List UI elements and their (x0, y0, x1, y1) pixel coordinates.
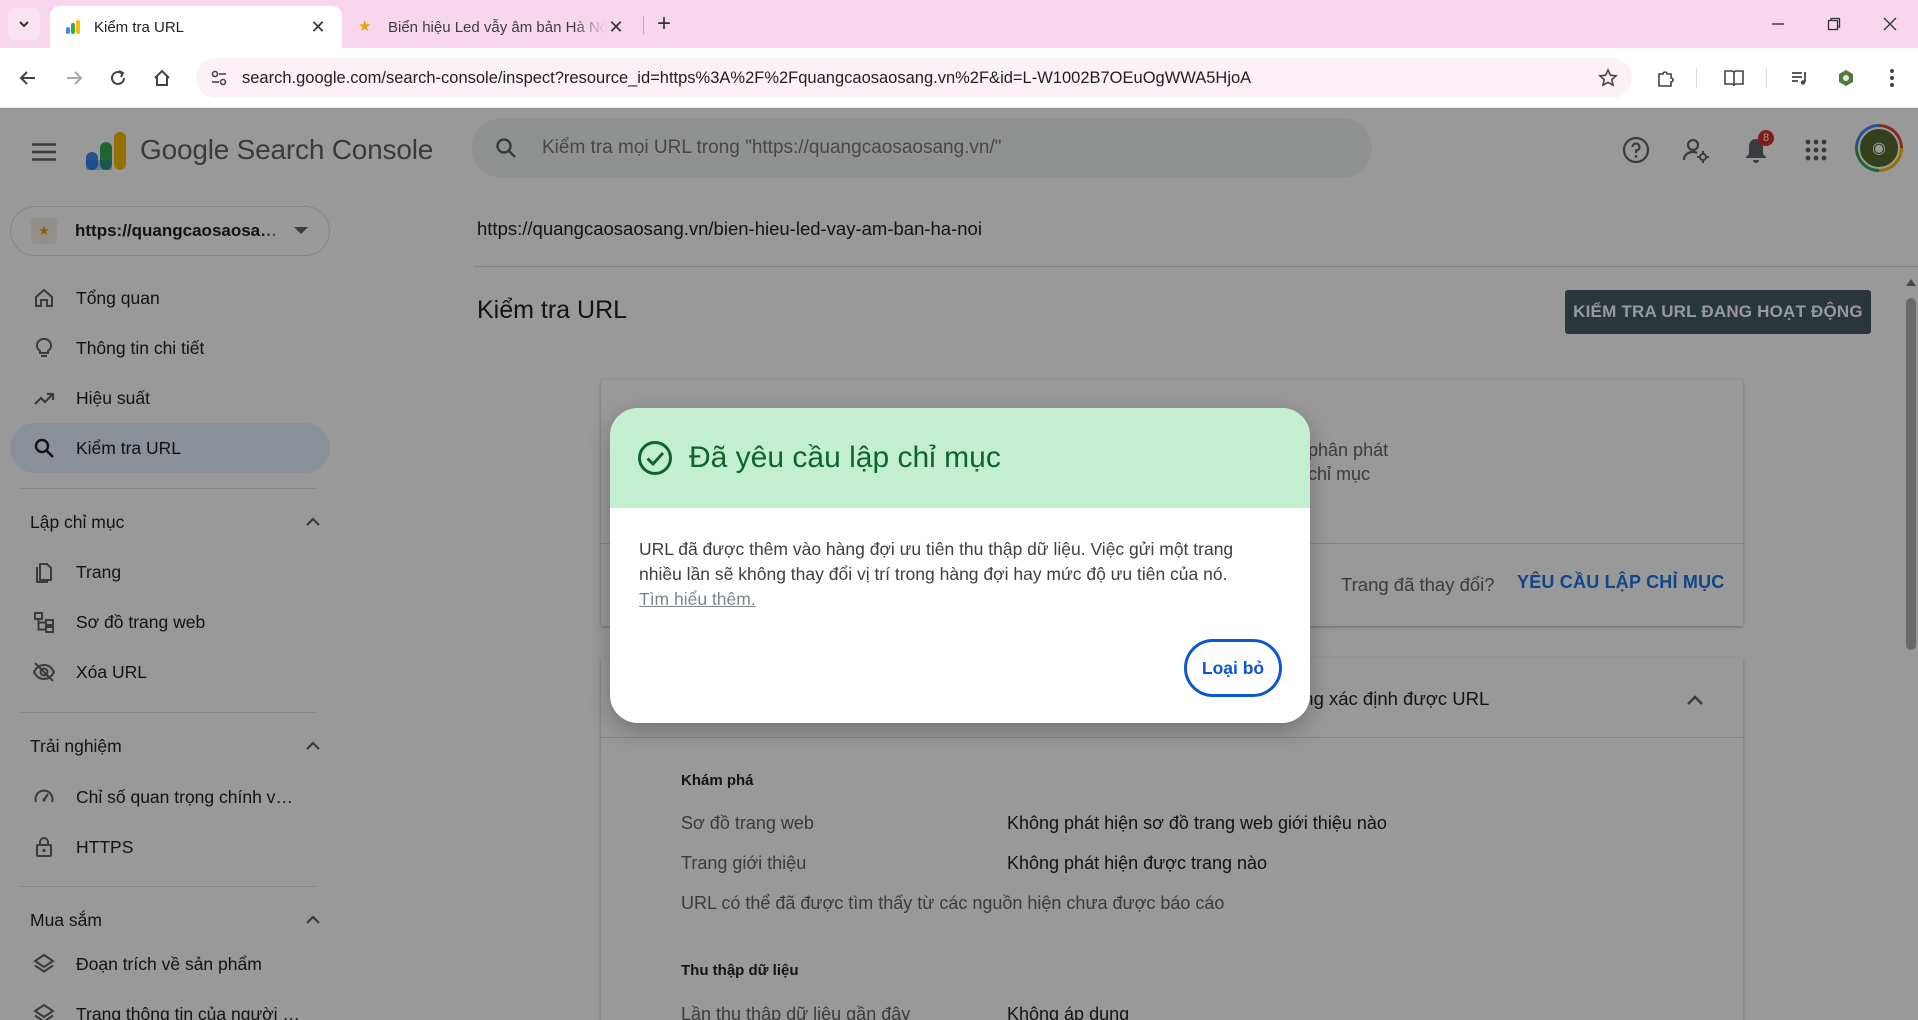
restore-window-button[interactable] (1806, 0, 1862, 48)
tab-search-button[interactable] (8, 8, 40, 40)
indexing-requested-dialog: Đã yêu cầu lập chỉ mục URL đã được thêm … (610, 408, 1310, 723)
forward-button[interactable] (58, 62, 90, 94)
extensions-button[interactable] (1650, 62, 1682, 94)
site-info-icon[interactable] (204, 63, 234, 93)
dialog-header: Đã yêu cầu lập chỉ mục (610, 408, 1310, 508)
close-tab-icon[interactable]: ✕ (606, 17, 626, 37)
extension-icon[interactable] (1830, 62, 1862, 94)
tab-url-inspection[interactable]: Kiểm tra URL ✕ (50, 6, 342, 48)
close-tab-icon[interactable]: ✕ (308, 17, 328, 37)
reading-mode-button[interactable] (1718, 62, 1750, 94)
reload-button[interactable] (102, 62, 134, 94)
close-icon (1883, 17, 1897, 31)
home-button[interactable] (146, 62, 178, 94)
star-favicon-icon: ★ (358, 18, 372, 35)
minimize-icon (1772, 23, 1784, 25)
tab-title: Biển hiệu Led vẫy âm bản Hà Nội (388, 18, 606, 36)
new-tab-button[interactable]: + (650, 10, 678, 38)
puzzle-icon (1658, 71, 1674, 87)
tab-led-sign-page[interactable]: ★ Biển hiệu Led vẫy âm bản Hà Nội ✕ (344, 6, 640, 48)
address-bar[interactable]: search.google.com/search-console/inspect… (196, 58, 1632, 98)
minimize-window-button[interactable] (1750, 0, 1806, 48)
dialog-body: URL đã được thêm vào hàng đợi ưu tiên th… (639, 537, 1259, 612)
media-control-button[interactable] (1784, 62, 1816, 94)
close-window-button[interactable] (1862, 0, 1918, 48)
arrow-left-icon (19, 71, 35, 85)
chevron-down-icon (19, 21, 29, 28)
toolbar-separator (1696, 68, 1697, 88)
browser-menu-button[interactable] (1876, 62, 1908, 94)
toolbar-separator (1766, 68, 1767, 88)
playlist-icon (1792, 72, 1806, 85)
dialog-message: URL đã được thêm vào hàng đợi ưu tiên th… (639, 539, 1234, 584)
tab-separator (643, 16, 644, 34)
browser-toolbar: search.google.com/search-console/inspect… (0, 48, 1918, 108)
home-icon (154, 69, 170, 86)
learn-more-link[interactable]: Tìm hiểu thêm. (639, 587, 1259, 612)
arrow-right-icon (67, 71, 83, 85)
check-circle-icon (637, 440, 673, 476)
bookmark-star-icon[interactable] (1592, 62, 1624, 94)
book-icon (1724, 70, 1744, 87)
dismiss-button[interactable]: Loại bỏ (1184, 639, 1282, 697)
address-url[interactable]: search.google.com/search-console/inspect… (242, 69, 1592, 88)
search-console-favicon-icon (66, 20, 80, 34)
browser-tab-strip: Kiểm tra URL ✕ ★ Biển hiệu Led vẫy âm bả… (0, 0, 1918, 48)
tab-title: Kiểm tra URL (94, 18, 185, 36)
back-button[interactable] (12, 62, 44, 94)
dialog-title: Đã yêu cầu lập chỉ mục (689, 441, 1001, 474)
restore-icon (1827, 17, 1841, 31)
more-vertical-icon (1890, 69, 1894, 87)
reload-icon (111, 70, 125, 85)
